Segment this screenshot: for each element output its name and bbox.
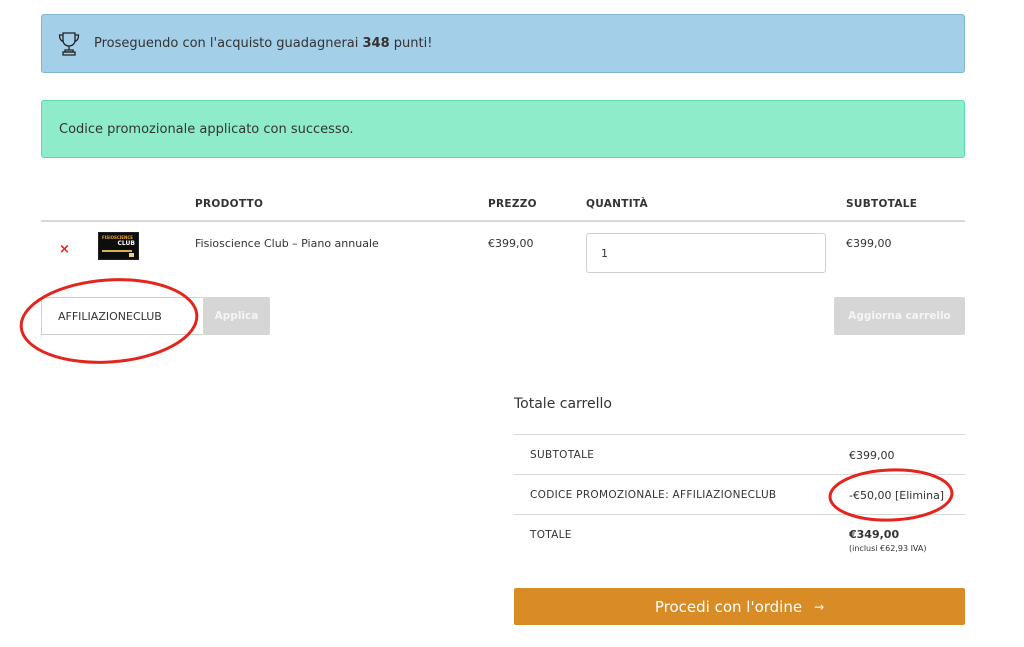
arrow-right-icon: → bbox=[814, 599, 825, 614]
total-tax-note: (inclusi €62,93 IVA) bbox=[849, 544, 927, 553]
totals-coupon-row: CODICE PROMOZIONALE: AFFILIAZIONECLUB -€… bbox=[514, 474, 965, 514]
product-name-link[interactable]: Fisioscience Club – Piano annuale bbox=[195, 237, 379, 250]
quantity-input[interactable] bbox=[586, 233, 826, 273]
header-subtotal: SUBTOTALE bbox=[846, 198, 918, 210]
header-price: PREZZO bbox=[488, 198, 537, 210]
totals-coupon-value: -€50,00 [Elimina] bbox=[849, 489, 944, 502]
cart-table: PRODOTTO PREZZO QUANTITÀ SUBTOTALE × FIS… bbox=[41, 188, 965, 284]
product-subtotal: €399,00 bbox=[846, 237, 892, 250]
totals-total-label: TOTALE bbox=[530, 529, 572, 541]
remove-item-icon[interactable]: × bbox=[59, 242, 70, 257]
totals-subtotal-row: SUBTOTALE €399,00 bbox=[514, 434, 965, 474]
totals-subtotal-label: SUBTOTALE bbox=[530, 449, 595, 461]
remove-coupon-link[interactable]: [Elimina] bbox=[895, 489, 944, 502]
thumb-club-text: CLUB bbox=[117, 240, 135, 247]
coupon-code-input[interactable] bbox=[41, 297, 203, 335]
cart-item-row: × FISIOSCIENCE CLUB Fisioscience Club – … bbox=[41, 222, 965, 284]
coupon-discount-amount: -€50,00 bbox=[849, 489, 892, 502]
update-cart-button[interactable]: Aggiorna carrello bbox=[834, 297, 965, 335]
trophy-icon bbox=[58, 31, 80, 56]
cart-totals: Totale carrello SUBTOTALE €399,00 CODICE… bbox=[514, 386, 965, 572]
product-price: €399,00 bbox=[488, 237, 534, 250]
thumb-bar bbox=[102, 250, 132, 252]
total-amount: €349,00 bbox=[849, 528, 900, 541]
coupon-success-notice: Codice promozionale applicato con succes… bbox=[41, 100, 965, 158]
cart-totals-title: Totale carrello bbox=[514, 396, 612, 412]
points-notice: Proseguendo con l'acquisto guadagnerai 3… bbox=[41, 14, 965, 73]
header-product: PRODOTTO bbox=[195, 198, 264, 210]
header-quantity: QUANTITÀ bbox=[586, 198, 648, 210]
apply-coupon-button[interactable]: Applica bbox=[203, 297, 270, 335]
proceed-to-checkout-button[interactable]: Procedi con l'ordine → bbox=[514, 588, 965, 625]
product-thumbnail[interactable]: FISIOSCIENCE CLUB bbox=[98, 232, 139, 260]
points-notice-text: Proseguendo con l'acquisto guadagnerai 3… bbox=[94, 36, 433, 51]
points-value: 348 bbox=[362, 36, 390, 51]
totals-total-value: €349,00 (inclusi €62,93 IVA) bbox=[849, 528, 927, 553]
totals-total-row: TOTALE €349,00 (inclusi €62,93 IVA) bbox=[514, 514, 965, 572]
totals-subtotal-value: €399,00 bbox=[849, 449, 895, 462]
coupon-success-text: Codice promozionale applicato con succes… bbox=[59, 121, 354, 137]
cart-table-header: PRODOTTO PREZZO QUANTITÀ SUBTOTALE bbox=[41, 188, 965, 222]
totals-coupon-label: CODICE PROMOZIONALE: AFFILIAZIONECLUB bbox=[530, 489, 777, 501]
checkout-label: Procedi con l'ordine bbox=[654, 597, 803, 616]
thumb-badge bbox=[129, 253, 134, 257]
